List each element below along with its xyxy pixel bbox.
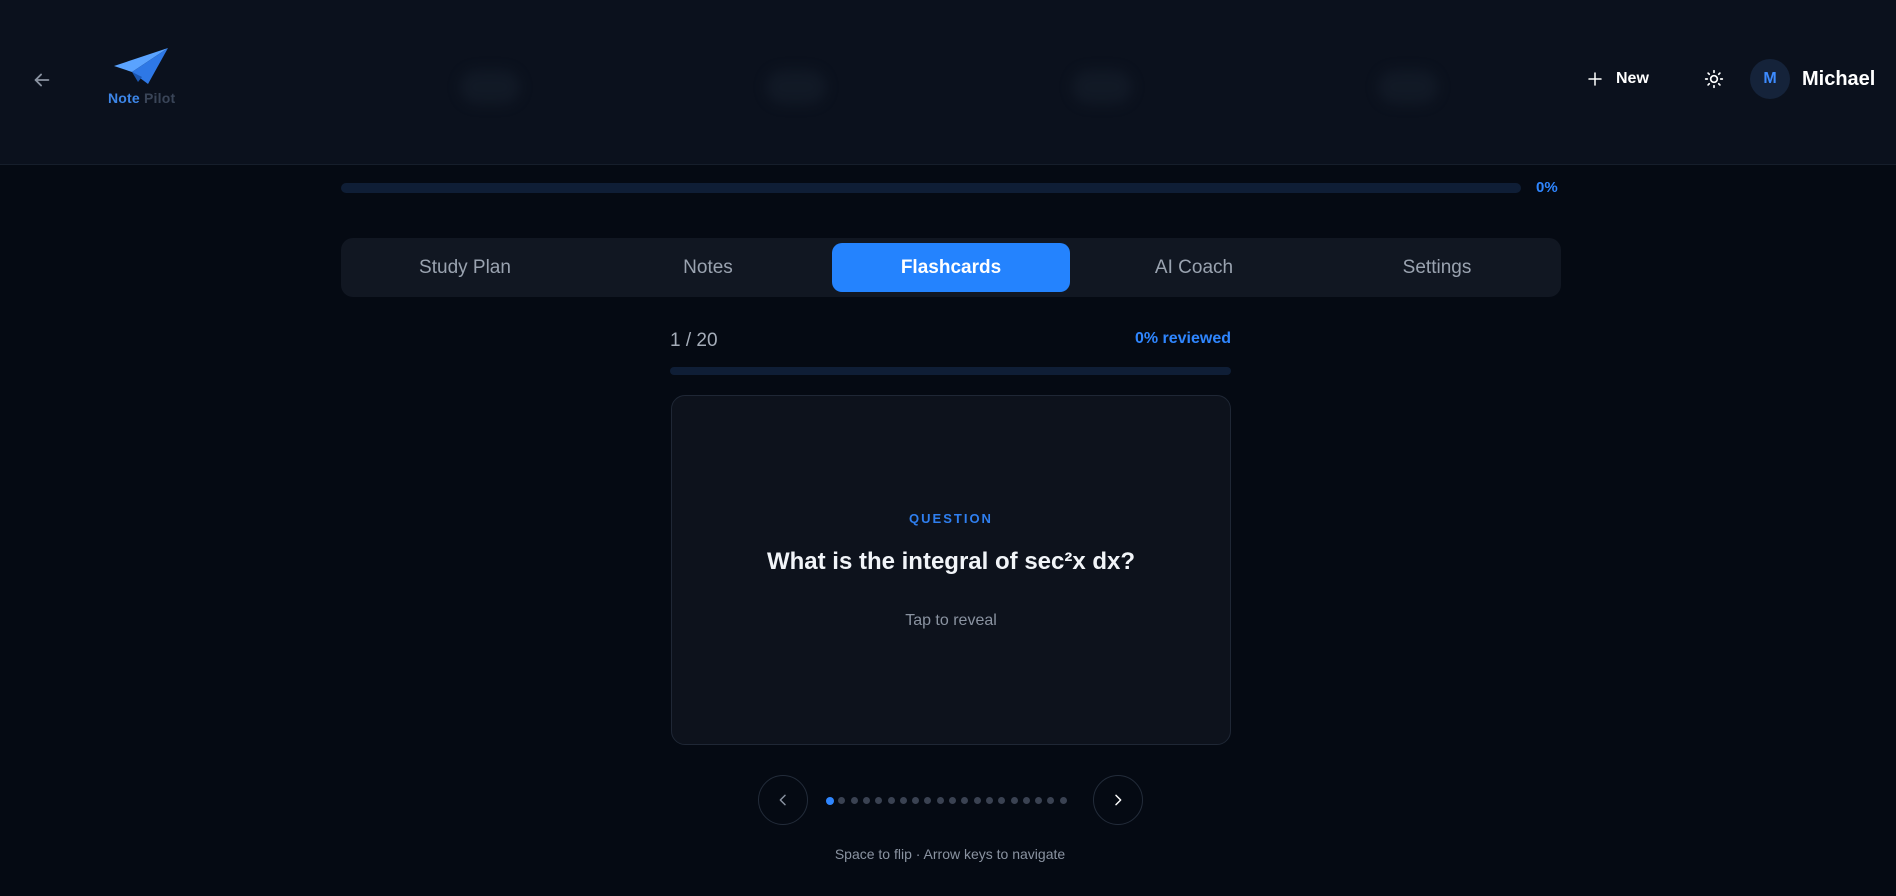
pagination-dot[interactable] bbox=[998, 797, 1006, 804]
chevron-right-icon bbox=[1115, 794, 1122, 806]
flashcard[interactable]: QUESTION What is the integral of sec²x d… bbox=[671, 395, 1231, 745]
avatar: M bbox=[1750, 59, 1790, 99]
plus-icon bbox=[1588, 72, 1602, 86]
keyboard-shortcuts-hint: Space to flip · Arrow keys to navigate bbox=[834, 846, 1066, 862]
pagination-dot[interactable] bbox=[899, 797, 907, 804]
reviewed-percent: 0% reviewed bbox=[1134, 330, 1231, 347]
pagination-dot[interactable] bbox=[936, 797, 944, 804]
pagination-dot[interactable] bbox=[912, 797, 920, 804]
arrow-left-icon bbox=[34, 73, 50, 87]
prev-card-button[interactable] bbox=[758, 775, 808, 825]
section-tabs: Study Plan Notes Flashcards AI Coach Set… bbox=[341, 238, 1561, 297]
tap-to-reveal-hint: Tap to reveal bbox=[905, 612, 997, 629]
theme-toggle-button[interactable] bbox=[1700, 62, 1728, 96]
new-button-label: New bbox=[1616, 70, 1649, 87]
review-progress-bar bbox=[670, 367, 1231, 375]
tab-ai-coach[interactable]: AI Coach bbox=[1075, 243, 1313, 292]
pagination-dot[interactable] bbox=[1047, 797, 1055, 804]
next-card-button[interactable] bbox=[1093, 775, 1143, 825]
logo-word-pilot: Pilot bbox=[144, 90, 176, 106]
pagination-dot[interactable] bbox=[838, 797, 846, 804]
study-progress-percent: 0% bbox=[1536, 179, 1558, 196]
tab-settings[interactable]: Settings bbox=[1318, 243, 1556, 292]
blurred-item bbox=[1378, 70, 1438, 104]
pagination-dot[interactable] bbox=[961, 797, 969, 804]
tab-study-plan[interactable]: Study Plan bbox=[346, 243, 584, 292]
blurred-item bbox=[1072, 70, 1132, 104]
paper-plane-icon bbox=[114, 48, 168, 84]
tab-notes[interactable]: Notes bbox=[589, 243, 827, 292]
pagination-dot[interactable] bbox=[887, 797, 895, 804]
blurred-item bbox=[460, 70, 520, 104]
pagination-dot[interactable] bbox=[924, 797, 932, 804]
new-button[interactable]: New bbox=[1586, 62, 1668, 96]
tab-flashcards[interactable]: Flashcards bbox=[832, 243, 1070, 292]
user-name: Michael bbox=[1802, 67, 1876, 90]
pagination-dot[interactable] bbox=[1059, 797, 1067, 804]
pagination-dot[interactable] bbox=[875, 797, 883, 804]
pagination-dot[interactable] bbox=[973, 797, 981, 804]
pagination-dot[interactable] bbox=[826, 796, 834, 805]
pagination-dot[interactable] bbox=[850, 797, 858, 804]
logo-text: Note Pilot bbox=[108, 90, 175, 106]
pagination-dot[interactable] bbox=[1022, 797, 1030, 804]
sun-icon bbox=[1704, 69, 1724, 89]
pagination-dot[interactable] bbox=[985, 797, 993, 804]
pagination-dot[interactable] bbox=[1010, 797, 1018, 804]
app-header: Note Pilot New M Michael bbox=[0, 0, 1896, 165]
pagination-dot[interactable] bbox=[949, 797, 956, 804]
blurred-header-strip bbox=[330, 0, 1560, 165]
card-side-label: QUESTION bbox=[909, 511, 993, 526]
blurred-item bbox=[766, 70, 826, 104]
app-logo[interactable]: Note Pilot bbox=[106, 46, 176, 110]
pagination-dot[interactable] bbox=[1035, 797, 1043, 804]
study-progress-bar bbox=[341, 183, 1521, 193]
user-menu[interactable]: M Michael bbox=[1750, 59, 1875, 99]
logo-word-note: Note bbox=[108, 90, 140, 106]
card-counter: 1 / 20 bbox=[670, 330, 718, 351]
chevron-left-icon bbox=[779, 794, 786, 806]
back-button[interactable] bbox=[26, 64, 58, 96]
pagination-dot[interactable] bbox=[862, 797, 870, 804]
card-question: What is the integral of sec²x dx? bbox=[766, 548, 1136, 575]
